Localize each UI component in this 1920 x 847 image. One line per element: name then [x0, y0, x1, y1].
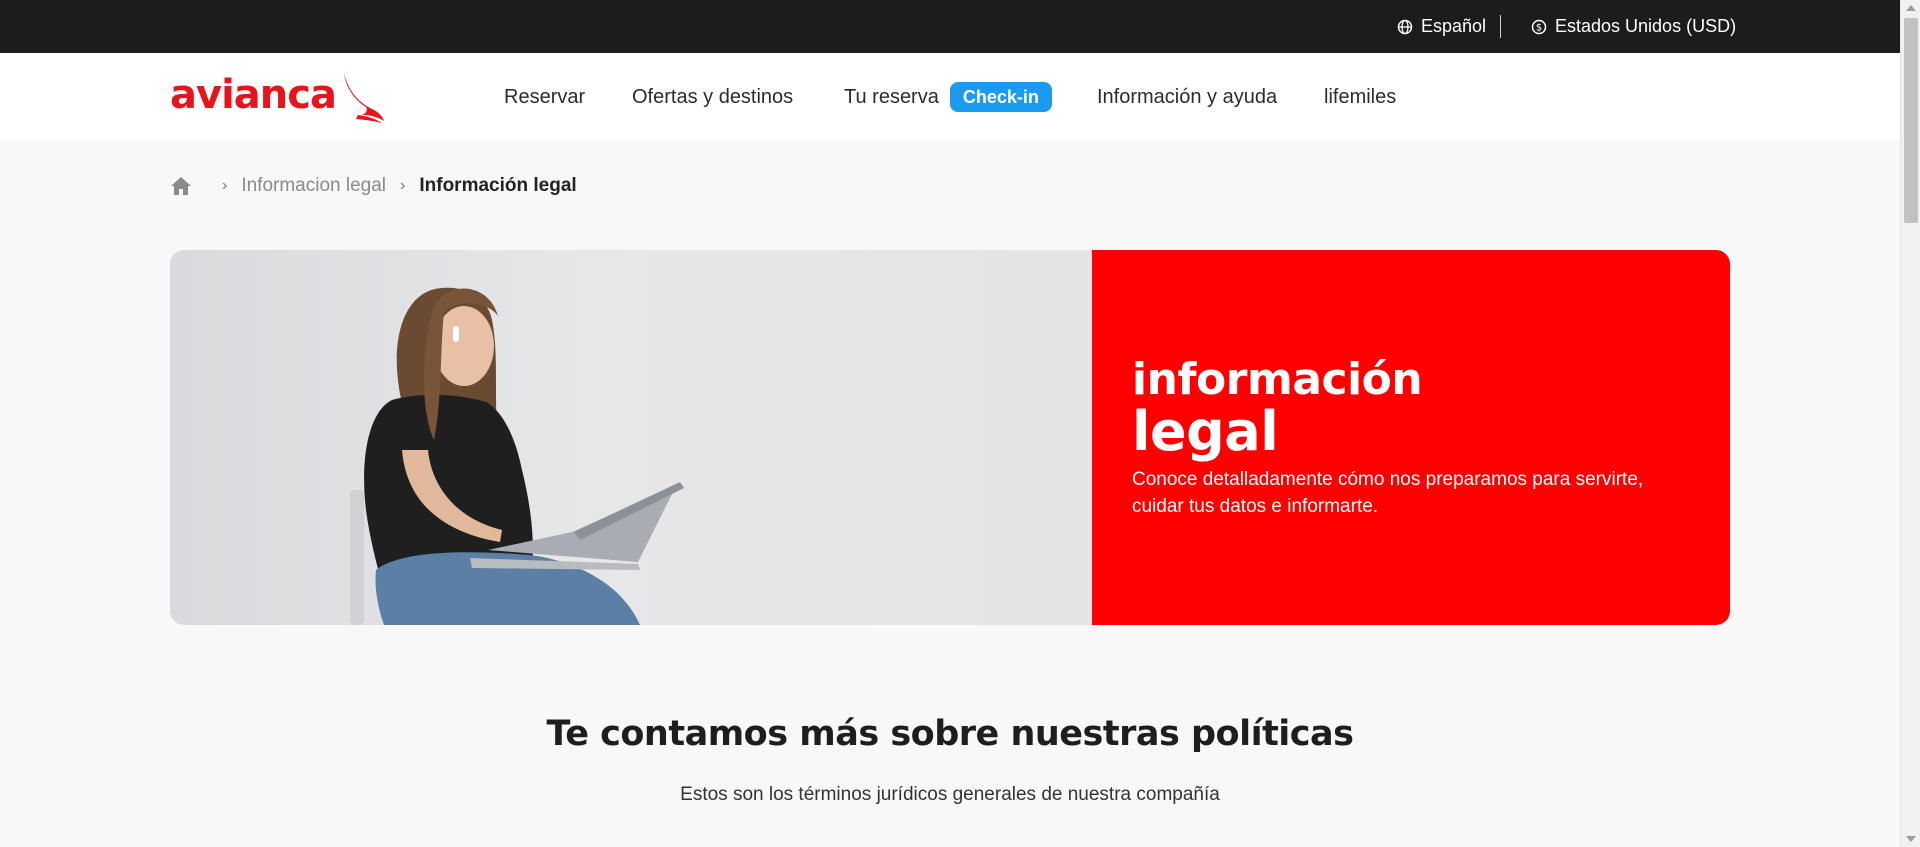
hero-title-line2: legal — [1132, 400, 1279, 463]
section-subtitle: Estos son los términos jurídicos general… — [680, 784, 1220, 805]
nav-reservar[interactable]: Reservar — [504, 53, 585, 141]
currency-selector[interactable]: $ Estados Unidos (USD) — [1531, 0, 1736, 53]
chevron-right-icon: › — [400, 177, 406, 194]
scroll-up-arrow-icon[interactable] — [1906, 5, 1916, 11]
chevron-right-icon: › — [222, 177, 228, 194]
globe-icon — [1397, 19, 1413, 34]
hero-text-panel: información legal Conoce detalladamente … — [1092, 250, 1730, 625]
home-icon — [171, 177, 191, 195]
hero-image — [170, 250, 1092, 625]
logo-text: avianca — [170, 72, 337, 118]
avianca-logo[interactable]: avianca — [170, 71, 386, 125]
hero-title-line1: información — [1132, 354, 1423, 405]
nav-lifemiles[interactable]: lifemiles — [1324, 53, 1396, 141]
nav-informacion-ayuda[interactable]: Información y ayuda — [1097, 53, 1277, 141]
scroll-down-arrow-icon[interactable] — [1906, 836, 1916, 842]
woman-with-laptop-illustration — [350, 287, 684, 625]
dollar-circle-icon: $ — [1531, 19, 1547, 34]
hero-description: Conoce detalladamente cómo nos preparamo… — [1132, 469, 1644, 517]
breadcrumb-home[interactable] — [170, 176, 192, 196]
checkin-button[interactable]: Check-in — [949, 82, 1052, 112]
nav-tu-reserva-label: Tu reserva — [844, 85, 939, 108]
top-utility-bar: Español $ Estados Unidos (USD) — [0, 0, 1900, 53]
language-label: Español — [1421, 16, 1487, 36]
main-navbar: avianca Reservar Ofertas y destinos Tu r… — [0, 53, 1900, 141]
section-title: Te contamos más sobre nuestras políticas — [546, 714, 1354, 754]
breadcrumb: › Informacion legal › Información legal — [170, 172, 577, 200]
page-scrollbar[interactable] — [1900, 0, 1920, 847]
nav-tu-reserva[interactable]: Tu reserva Check-in — [844, 53, 1052, 141]
hero-title: información legal — [1132, 354, 1730, 463]
topbar-divider — [1500, 15, 1501, 38]
nav-ofertas-destinos[interactable]: Ofertas y destinos — [632, 53, 793, 141]
breadcrumb-current: Información legal — [419, 175, 577, 196]
breadcrumb-parent-link[interactable]: Informacion legal — [241, 175, 386, 197]
currency-label: Estados Unidos (USD) — [1555, 16, 1737, 36]
scrollbar-thumb[interactable] — [1904, 18, 1918, 223]
language-selector[interactable]: Español — [1397, 0, 1486, 53]
hero-banner: información legal Conoce detalladamente … — [170, 250, 1730, 625]
svg-text:$: $ — [1536, 22, 1542, 33]
bird-logo-icon — [343, 73, 384, 123]
